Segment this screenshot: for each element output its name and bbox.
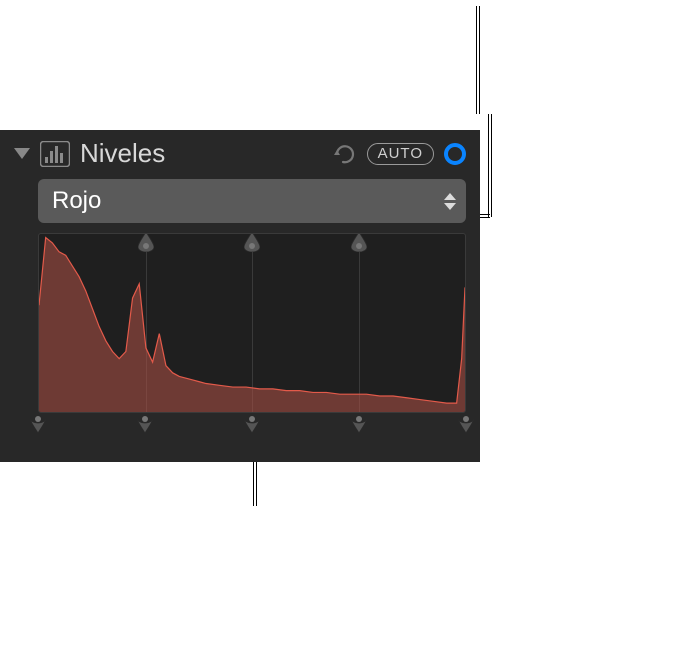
level-handle[interactable] (458, 413, 474, 433)
level-handle[interactable] (137, 413, 153, 433)
level-handle[interactable] (244, 413, 260, 433)
leader-top-vertical (476, 6, 477, 114)
level-handle[interactable] (30, 413, 46, 433)
histogram-plot (39, 234, 465, 412)
bottom-marker-row (38, 413, 466, 439)
channel-select-value: Rojo (52, 187, 101, 215)
enabled-indicator-icon[interactable] (444, 143, 466, 165)
disclose-chevron-icon[interactable] (14, 148, 30, 159)
levels-title: Niveles (80, 138, 165, 169)
stepper-icon (444, 193, 456, 210)
leader-top-vertical-2 (488, 114, 489, 217)
channel-select[interactable]: Rojo (38, 179, 466, 223)
leader-bottom-vertical (253, 456, 254, 506)
histogram (38, 233, 466, 413)
undo-icon[interactable] (333, 143, 357, 165)
auto-button[interactable]: AUTO (367, 143, 434, 165)
levels-header: Niveles AUTO (0, 138, 480, 179)
levels-icon (40, 141, 70, 167)
levels-panel: Niveles AUTO Rojo (0, 130, 480, 462)
level-handle[interactable] (351, 413, 367, 433)
